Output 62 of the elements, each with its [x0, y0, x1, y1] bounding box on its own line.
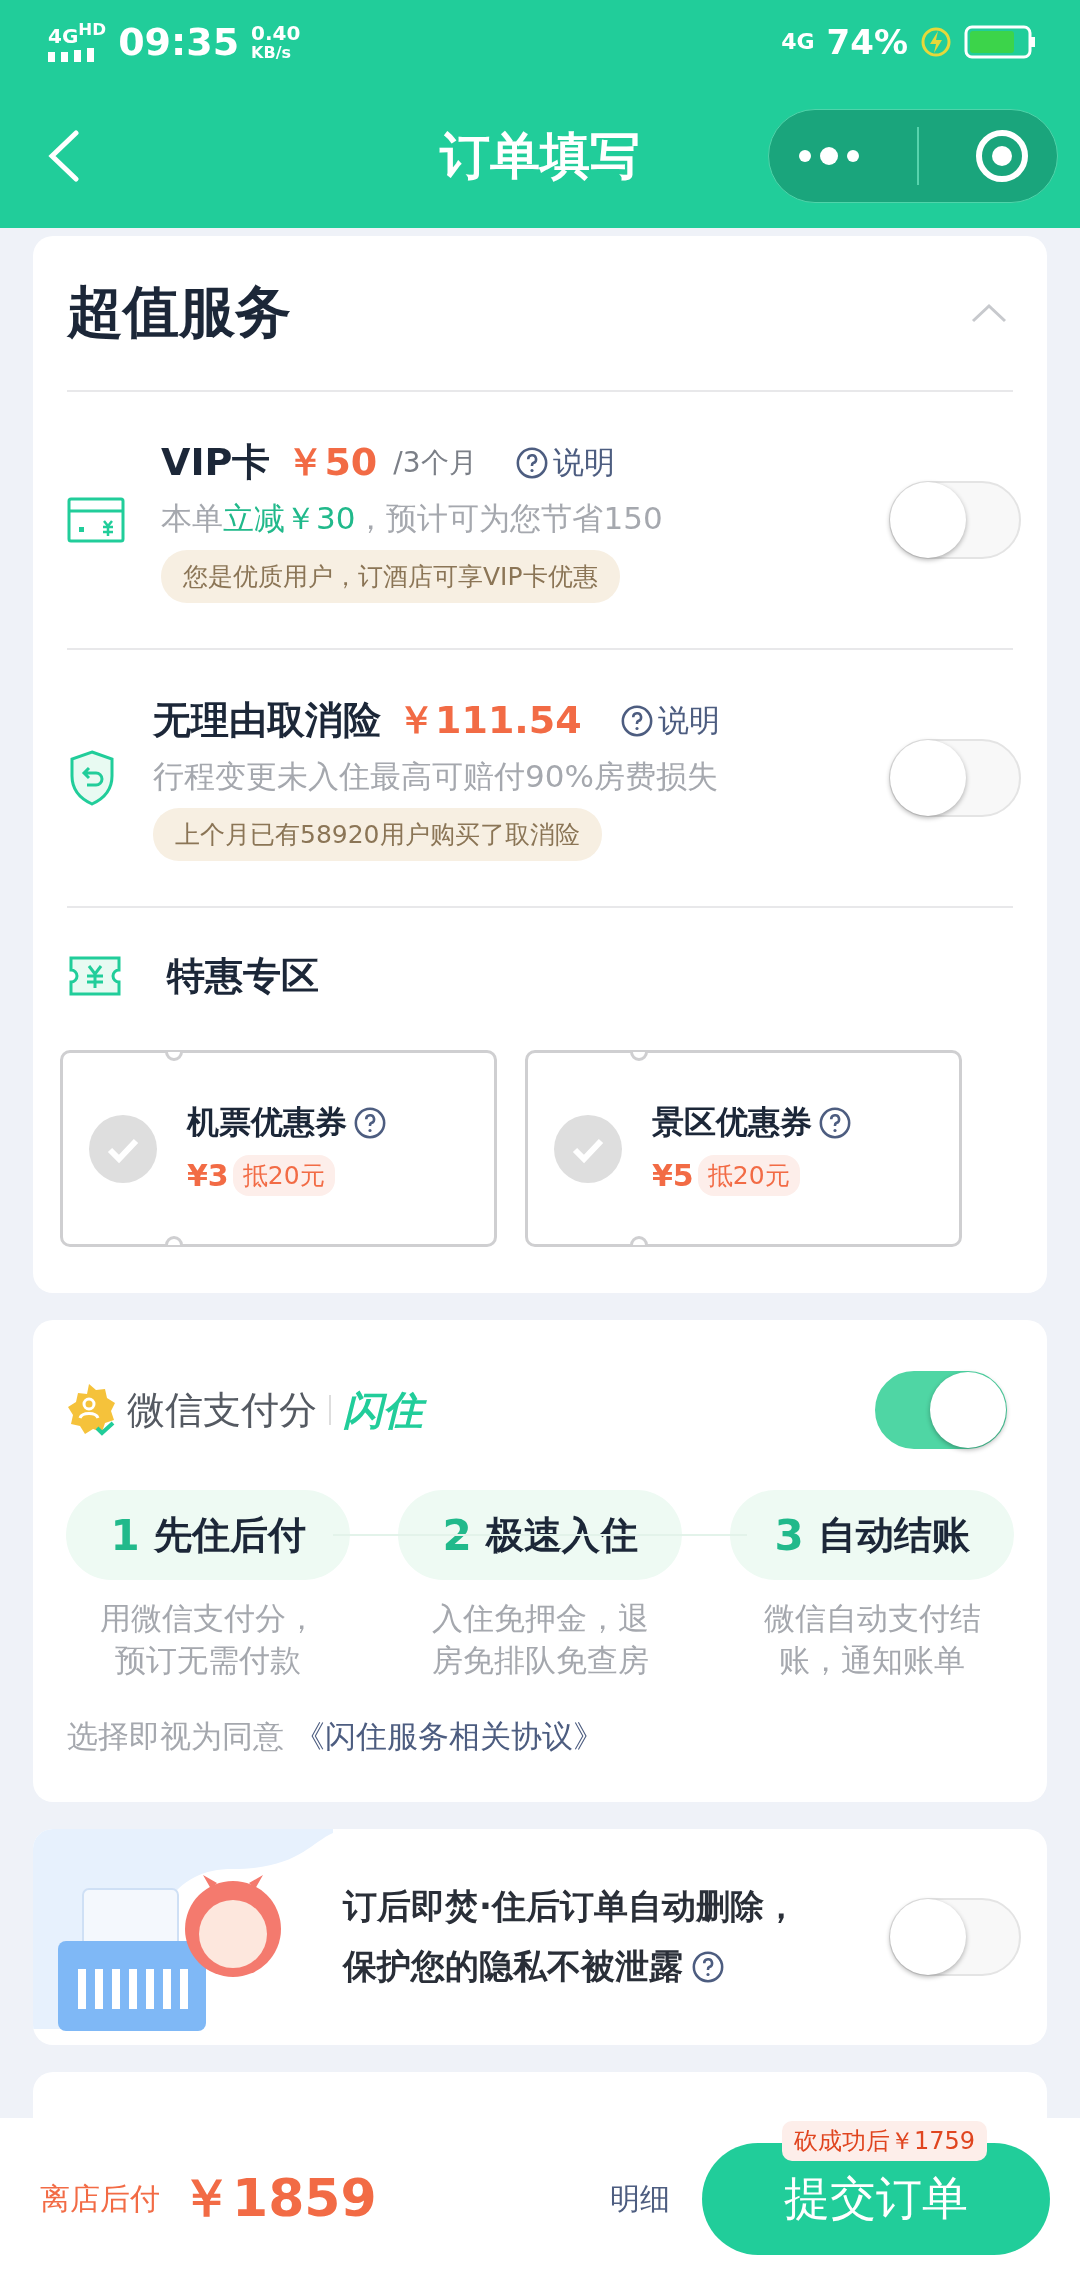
speed-value: 0.40	[251, 23, 301, 43]
clock: 09:35	[118, 23, 240, 61]
check-icon	[554, 1114, 622, 1183]
battery-icon	[964, 25, 1036, 59]
more-icon[interactable]	[797, 146, 861, 166]
network-label: 4G	[781, 31, 815, 53]
brand-label: 微信支付分	[127, 1386, 317, 1434]
coupon-name: 机票优惠券	[187, 1102, 347, 1143]
chevron-icon[interactable]	[971, 303, 1007, 323]
help-icon[interactable]	[619, 703, 654, 738]
speed-unit: KB/s	[251, 45, 292, 61]
service-description: 本单立减￥30，预计可为您节省150	[161, 499, 664, 538]
coupon-note: 抵20元	[697, 1155, 800, 1196]
service-price: ￥50	[286, 439, 378, 486]
step-description: 用微信支付分， 预订无需付款	[99, 1599, 317, 1680]
toggle-switch[interactable]	[889, 1897, 1021, 1976]
step-description: 入住免押金，退 房免排队免查房	[431, 1599, 649, 1680]
service-period: /3个月	[393, 444, 477, 481]
page-title: 订单填写	[440, 125, 640, 187]
service-tag: 您是优质用户，订酒店可享VIP卡优惠	[161, 550, 620, 603]
service-tag: 上个月已有58920用户购买了取消险	[153, 808, 602, 861]
service-title: 无理由取消险	[153, 697, 381, 744]
charging-icon	[920, 26, 952, 58]
check-icon	[89, 1114, 157, 1183]
help-icon[interactable]	[691, 1949, 725, 1984]
signal-icon	[48, 47, 94, 62]
help-icon[interactable]	[514, 445, 549, 480]
card-icon	[67, 497, 125, 543]
coupon-name: 景区优惠券	[652, 1102, 812, 1143]
toggle-switch[interactable]	[889, 481, 1021, 559]
discount-badge: 砍成功后￥1759	[782, 2121, 988, 2161]
section-title: 超值服务	[67, 278, 291, 346]
help-icon[interactable]	[818, 1106, 852, 1140]
battery-percent: 74%	[826, 25, 908, 59]
coupon-card[interactable]: 机票优惠券 ¥3 抵20元	[60, 1050, 497, 1247]
section-title: 特惠专区	[167, 952, 319, 1000]
coupon-price: ¥3	[187, 1158, 229, 1193]
info-link[interactable]: 说明	[514, 441, 615, 484]
payment-label: 离店后付	[40, 2179, 160, 2218]
details-link[interactable]: 明细	[610, 2178, 670, 2220]
info-link[interactable]: 说明	[619, 699, 720, 742]
service-description: 行程变更未入住最高可赔付90%房费损失	[153, 757, 719, 796]
network-label: 4G$^{HD}$	[48, 22, 107, 46]
agreement-text: 选择即视为同意	[67, 1716, 284, 1756]
toggle-switch[interactable]	[889, 739, 1021, 817]
coupon-card[interactable]: 景区优惠券 ¥5 抵20元	[525, 1050, 962, 1247]
step-pill: 1 先住后付	[66, 1490, 350, 1580]
service-price: ￥111.54	[397, 697, 582, 744]
total-price: ￥1859	[180, 2167, 377, 2230]
agreement-link[interactable]: 《闪住服务相关协议》	[294, 1715, 604, 1758]
coupon-price: ¥5	[652, 1158, 694, 1193]
coupon-note: 抵20元	[232, 1155, 335, 1196]
toggle-switch[interactable]	[875, 1371, 1007, 1449]
step-pill: 3 自动结账	[730, 1490, 1014, 1580]
ticket-icon	[67, 956, 123, 996]
close-icon[interactable]	[975, 129, 1029, 183]
help-icon[interactable]	[353, 1106, 387, 1140]
privacy-text: 保护您的隐私不被泄露	[343, 1944, 683, 1988]
step-description: 微信自动支付结 账，通知账单	[763, 1599, 981, 1680]
privacy-text: 订后即焚·住后订单自动删除，	[343, 1884, 798, 1928]
back-icon[interactable]	[46, 130, 80, 182]
service-title: VIP卡	[161, 439, 271, 486]
